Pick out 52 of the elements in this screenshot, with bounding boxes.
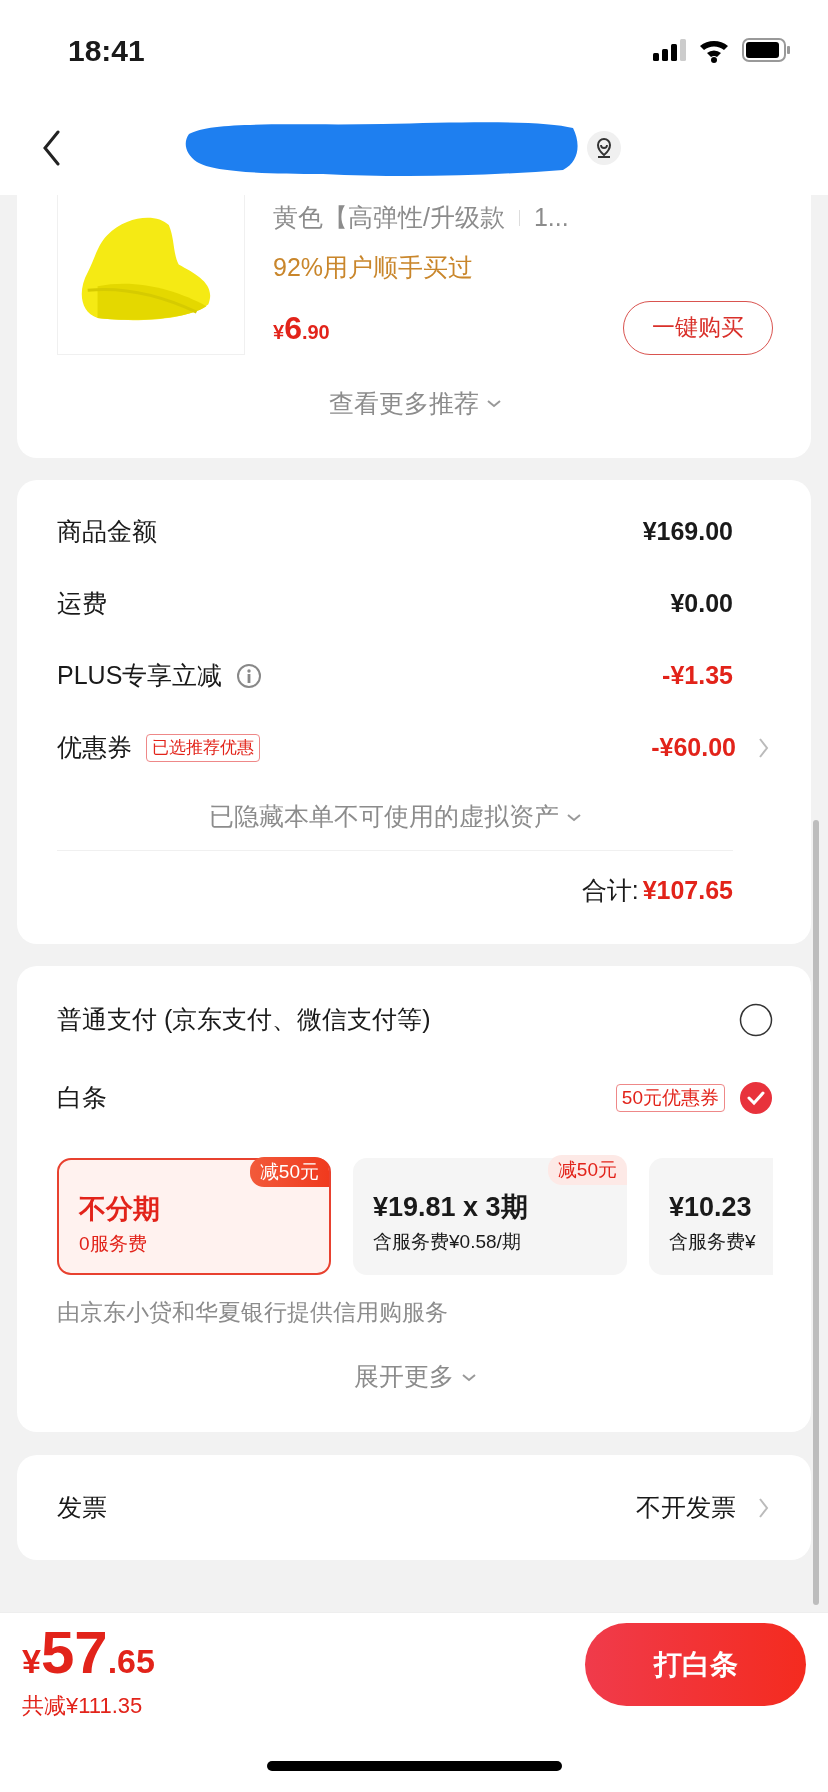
provider-note: 由京东小贷和华夏银行提供信用购服务 <box>57 1298 449 1327</box>
battery-icon <box>742 38 790 62</box>
summary-label: 商品金额 <box>57 516 157 548</box>
installment-fee: 0服务费 <box>79 1232 148 1256</box>
radio-button[interactable] <box>739 1003 773 1037</box>
payment-option-label: 普通支付 (京东支付、微信支付等) <box>57 1004 431 1036</box>
invoice-value[interactable]: 不开发票 <box>636 1488 736 1527</box>
back-icon[interactable] <box>42 129 62 166</box>
recommended-tag: 已选推荐优惠 <box>146 734 260 762</box>
status-time: 18:41 <box>68 32 145 69</box>
summary-label: PLUS专享立减 <box>57 660 223 692</box>
chevron-down-icon <box>462 1372 476 1382</box>
summary-value: ¥0.00 <box>670 588 733 620</box>
total-price: ¥57.65 <box>22 1623 155 1683</box>
discount-badge: 减50元 <box>547 1155 627 1185</box>
summary-value: ¥169.00 <box>642 516 733 548</box>
installment-title: ¥19.81 x 3期 <box>373 1191 529 1224</box>
coupon-tag: 50元优惠券 <box>615 1084 725 1112</box>
installment-option[interactable]: ¥10.23 含服务费¥ <box>649 1158 773 1275</box>
installment-fee: 含服务费¥0.58/期 <box>373 1230 522 1254</box>
installment-option[interactable]: 减50元 不分期 0服务费 <box>57 1158 331 1275</box>
chevron-down-icon <box>567 812 581 822</box>
discount-badge: 减50元 <box>249 1157 329 1187</box>
more-recommendations-link[interactable]: 查看更多推荐 <box>329 385 479 423</box>
summary-label: 优惠券 <box>57 732 132 764</box>
summary-value: -¥1.35 <box>662 660 733 692</box>
expand-more-link[interactable]: 展开更多 <box>354 1358 454 1396</box>
summary-value: -¥60.00 <box>651 732 736 764</box>
invoice-label: 发票 <box>57 1491 107 1523</box>
installment-title: 不分期 <box>79 1193 161 1226</box>
pay-button[interactable]: 打白条 <box>585 1623 806 1706</box>
total-savings: 共减¥111.35 <box>22 1692 144 1720</box>
hidden-assets-link[interactable]: 已隐藏本单不可使用的虚拟资产 <box>209 798 559 836</box>
installment-option[interactable]: 减50元 ¥19.81 x 3期 含服务费¥0.58/期 <box>353 1158 627 1275</box>
radio-checked[interactable] <box>739 1081 773 1115</box>
product-price: ¥6.90 <box>273 308 330 348</box>
buy-now-button[interactable]: 一键购买 <box>623 300 773 355</box>
installment-title: ¥10.23 <box>669 1191 753 1224</box>
chevron-down-icon <box>487 399 501 409</box>
info-icon[interactable] <box>236 663 263 689</box>
chevron-right-icon <box>758 1496 769 1519</box>
social-proof: 92%用户顺手买过 <box>273 252 475 283</box>
installment-fee: 含服务费¥ <box>669 1230 757 1254</box>
chevron-right-icon <box>758 737 769 759</box>
product-spec: 黄色【高弹性/升级款 <box>273 202 505 234</box>
location-icon[interactable] <box>587 130 621 165</box>
payment-option-label: 白条 <box>57 1082 107 1114</box>
signal-icon <box>653 39 686 61</box>
total-value: ¥107.65 <box>642 875 733 907</box>
summary-label: 运费 <box>57 588 107 620</box>
total-label: 合计: <box>581 875 639 907</box>
product-quantity: 1... <box>533 202 569 234</box>
